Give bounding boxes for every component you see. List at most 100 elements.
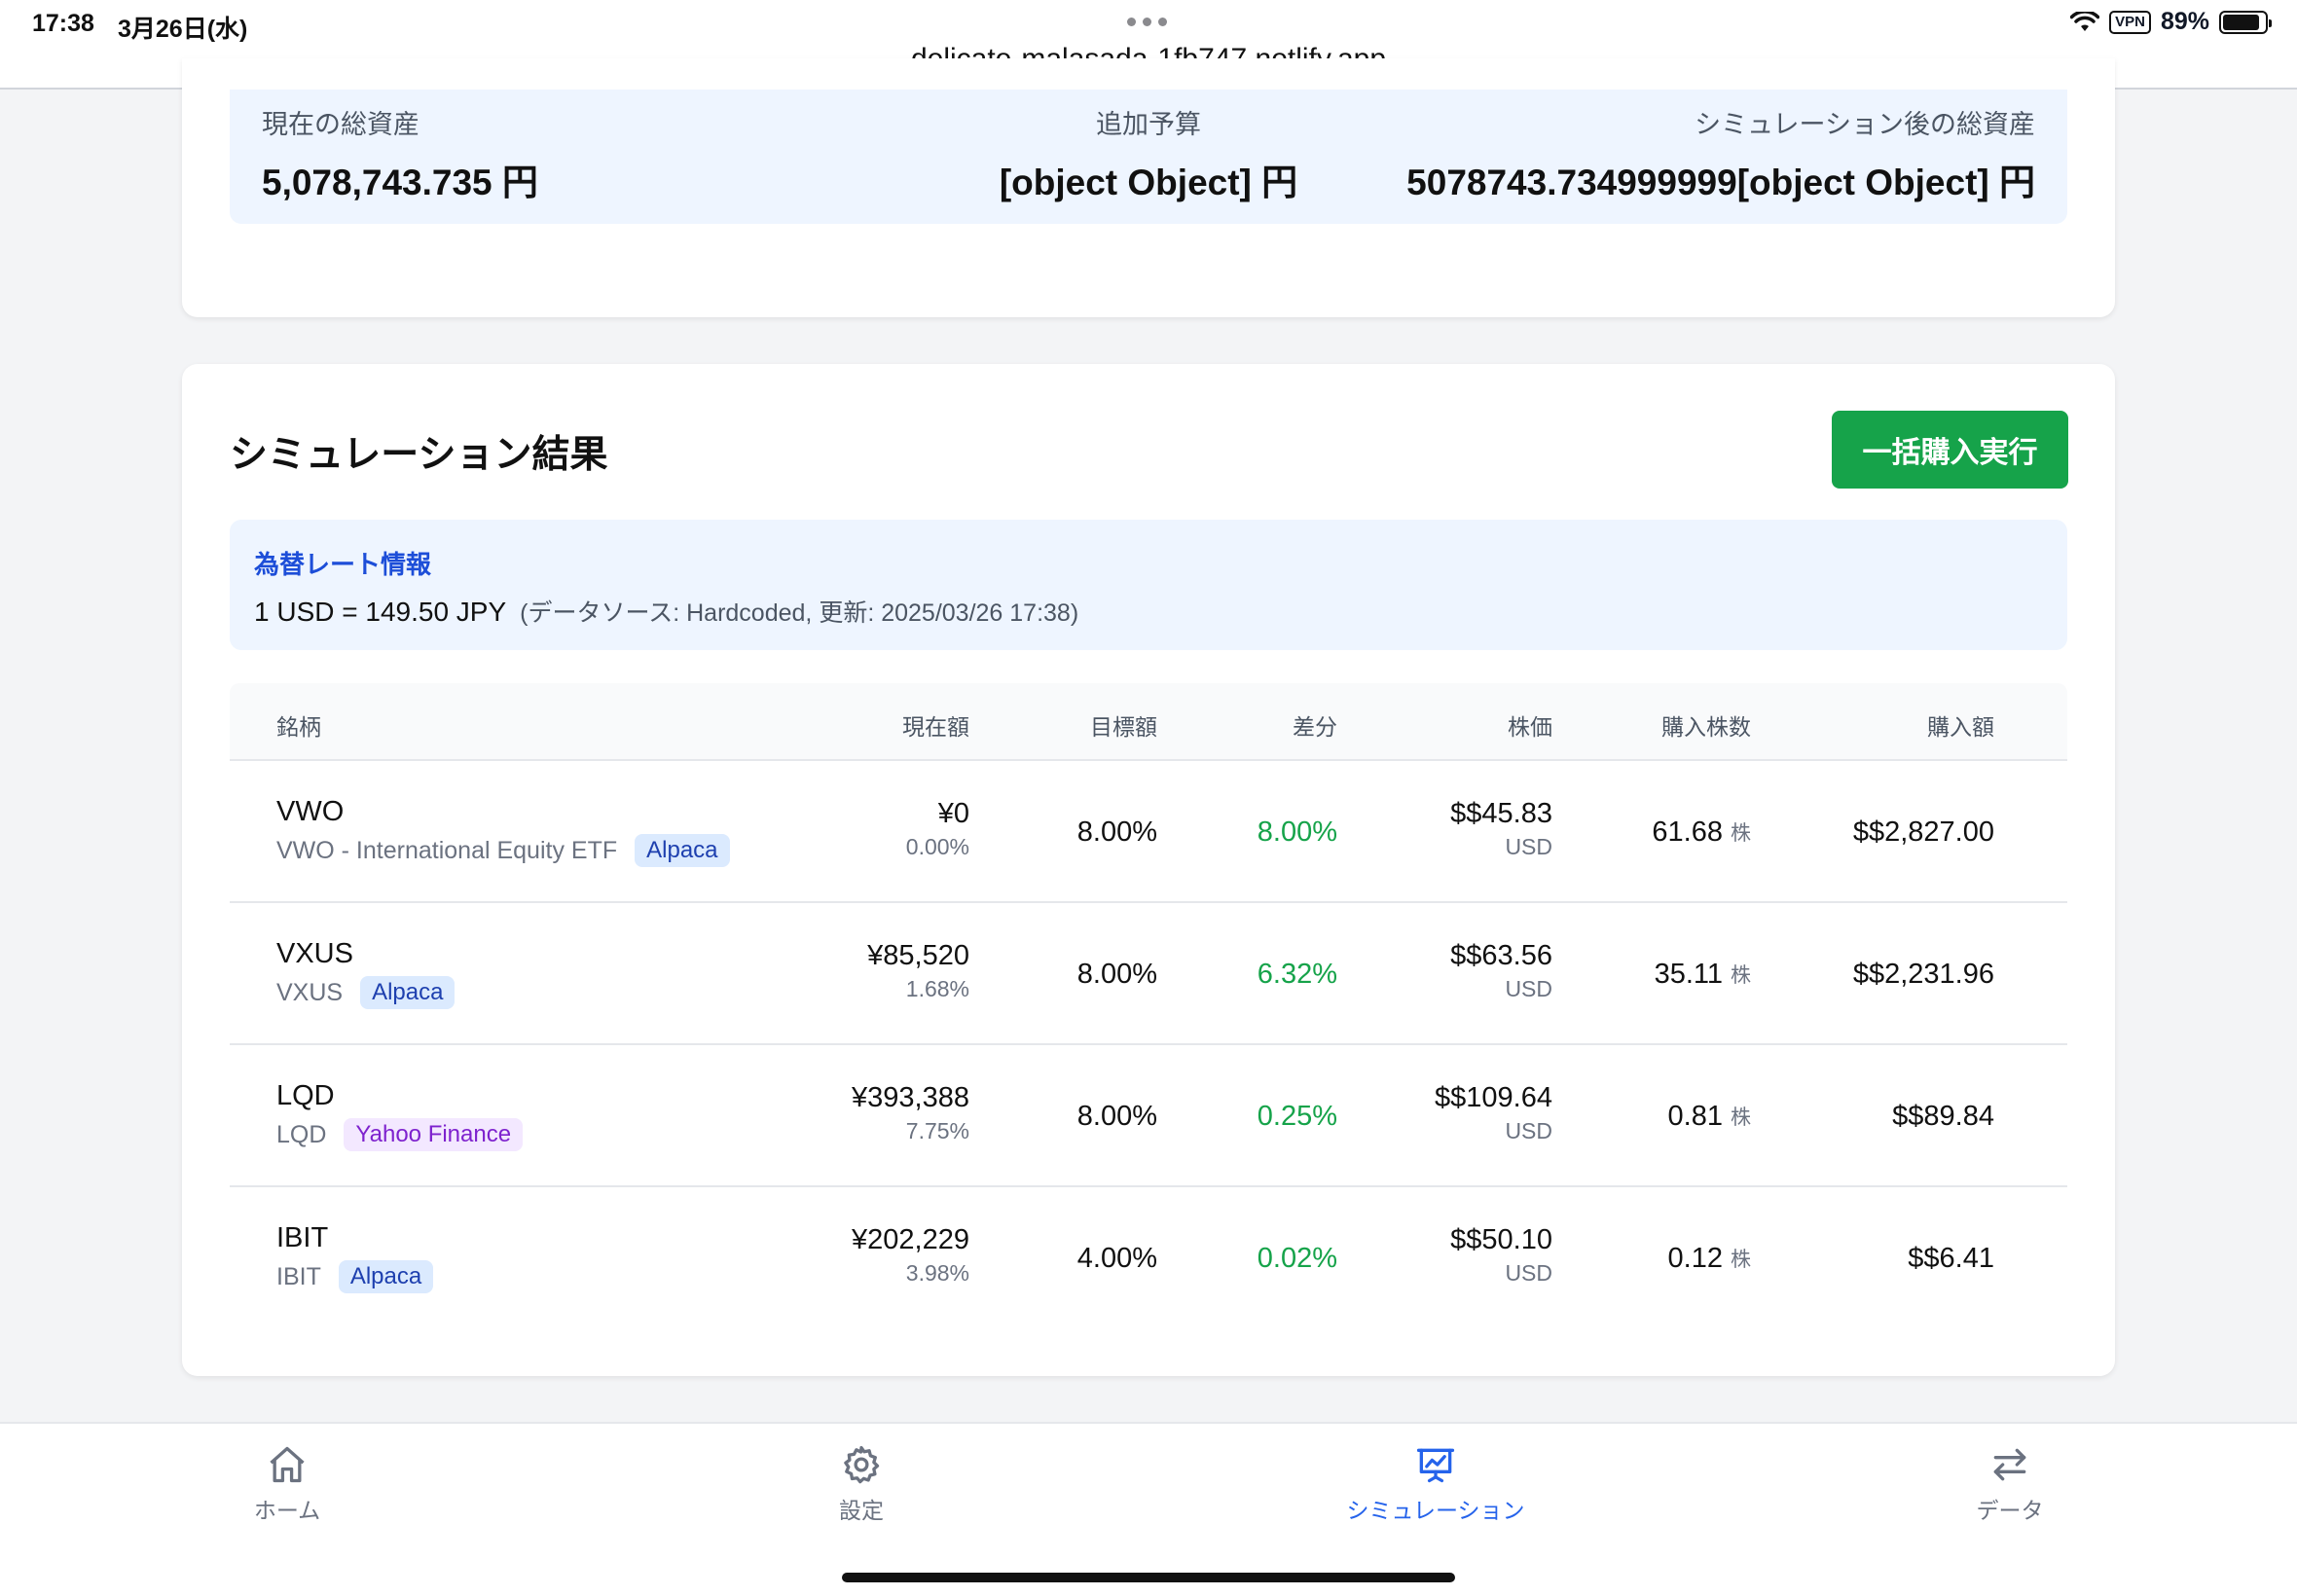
bottom-nav: ホーム 設定 シミュレーション データ — [0, 1422, 2297, 1596]
price-cell: $$50.10 USD — [1450, 1224, 1552, 1287]
home-indicator — [842, 1573, 1455, 1582]
wifi-icon — [2070, 11, 2100, 31]
price-currency: USD — [1505, 1260, 1552, 1286]
header-price: 株価 — [1508, 714, 1552, 740]
battery-icon — [2219, 10, 2272, 34]
shares-count: 0.81 — [1667, 1100, 1723, 1132]
source-badge: Yahoo Finance — [344, 1118, 524, 1151]
target-percent: 8.00% — [1076, 958, 1157, 990]
after-assets-label: シミュレーション後の総資産 — [1695, 110, 2035, 139]
current-percent: 0.00% — [905, 834, 969, 859]
target-percent: 4.00% — [1076, 1242, 1157, 1274]
current-amount: ¥85,520 — [867, 940, 969, 971]
more-dots-icon[interactable] — [1127, 18, 1167, 26]
diff-percent: 0.02% — [1257, 1242, 1337, 1274]
ticker-cell: LQD LQD Yahoo Finance — [276, 1080, 524, 1151]
ticker-cell: IBIT IBIT Alpaca — [276, 1222, 434, 1293]
simulation-results-card: シミュレーション結果 一括購入実行 為替レート情報 1 USD = 149.50… — [182, 364, 2115, 1376]
shares-unit: 株 — [1731, 964, 1751, 987]
purchase-amount: $$2,231.96 — [1852, 958, 1994, 990]
purchase-amount: $$6.41 — [1908, 1242, 1994, 1274]
header-current: 現在額 — [902, 714, 969, 740]
shares-unit: 株 — [1731, 1106, 1751, 1129]
shares-count: 61.68 — [1652, 816, 1723, 848]
current-amount: ¥202,229 — [852, 1224, 969, 1255]
price-currency: USD — [1505, 976, 1552, 1001]
price-cell: $$63.56 USD — [1450, 940, 1552, 1002]
price-cell: $$109.64 USD — [1435, 1082, 1552, 1144]
nav-data[interactable]: データ — [1913, 1443, 2107, 1525]
share-price: $$109.64 — [1435, 1082, 1552, 1113]
target-percent: 8.00% — [1076, 816, 1157, 848]
header-diff: 差分 — [1293, 714, 1337, 740]
results-table: 銘柄 現在額 目標額 差分 株価 購入株数 購入額 VWO VWO - Inte… — [230, 683, 2067, 1329]
price-cell: $$45.83 USD — [1450, 798, 1552, 860]
current-percent: 7.75% — [905, 1118, 969, 1143]
header-target: 目標額 — [1090, 714, 1157, 740]
exchange-rate-meta: (データソース: Hardcoded, 更新: 2025/03/26 17:38… — [520, 599, 1079, 627]
ticker-name: IBIT — [276, 1262, 321, 1290]
status-time: 17:38 — [32, 10, 94, 37]
shares-cell: 35.11 株 — [1655, 903, 1751, 1045]
section-title: シミュレーション結果 — [230, 434, 608, 476]
nav-simulation-label: シミュレーション — [1346, 1498, 1525, 1523]
ticker-name: VWO - International Equity ETF — [276, 836, 618, 864]
price-currency: USD — [1505, 1118, 1552, 1143]
current-percent: 1.68% — [905, 976, 969, 1001]
gear-icon — [844, 1445, 880, 1484]
swap-arrows-icon — [1993, 1448, 2026, 1481]
header-shares: 購入株数 — [1661, 714, 1751, 740]
after-simulation-assets: シミュレーション後の総資産 5078743.734999999[object O… — [1406, 103, 2035, 205]
ticker-symbol: VXUS — [276, 938, 353, 969]
current-cell: ¥0 0.00% — [906, 798, 969, 860]
shares-unit: 株 — [1731, 1249, 1751, 1271]
exchange-rate-title: 為替レート情報 — [254, 550, 432, 579]
diff-percent: 6.32% — [1257, 958, 1337, 990]
diff-percent: 0.25% — [1257, 1100, 1337, 1132]
nav-simulation[interactable]: シミュレーション — [1338, 1443, 1533, 1525]
ticker-symbol: VWO — [276, 796, 345, 827]
header-amount: 購入額 — [1927, 714, 1994, 740]
current-cell: ¥202,229 3.98% — [852, 1224, 969, 1287]
table-header: 銘柄 現在額 目標額 差分 株価 購入株数 購入額 — [230, 683, 2067, 761]
purchase-amount: $$89.84 — [1892, 1100, 1994, 1132]
status-right: VPN 89% — [2070, 8, 2272, 36]
chart-board-icon — [1416, 1448, 1455, 1483]
target-percent: 8.00% — [1076, 1100, 1157, 1132]
share-price: $$50.10 — [1450, 1224, 1552, 1255]
after-assets-value: 5078743.734999999[object Object] 円 — [1406, 163, 2035, 202]
buy-all-button[interactable]: 一括購入実行 — [1832, 411, 2068, 489]
nav-settings[interactable]: 設定 — [764, 1443, 959, 1525]
vpn-badge: VPN — [2109, 10, 2151, 34]
ticker-symbol: IBIT — [276, 1222, 329, 1253]
exchange-rate-line: 1 USD = 149.50 JPY (データソース: Hardcoded, 更新… — [254, 594, 1078, 629]
table-row: VWO VWO - International Equity ETF Alpac… — [230, 761, 2067, 903]
shares-count: 35.11 — [1654, 958, 1723, 990]
exchange-rate-panel: 為替レート情報 1 USD = 149.50 JPY (データソース: Hardc… — [230, 520, 2067, 650]
current-amount: ¥0 — [937, 798, 969, 829]
current-percent: 3.98% — [905, 1260, 969, 1286]
shares-unit: 株 — [1731, 822, 1751, 845]
source-badge: Alpaca — [338, 1260, 434, 1293]
purchase-amount: $$2,827.00 — [1852, 816, 1994, 848]
shares-cell: 0.12 株 — [1668, 1187, 1751, 1329]
nav-home[interactable]: ホーム — [190, 1443, 384, 1525]
shares-count: 0.12 — [1667, 1242, 1723, 1274]
battery-percent: 89% — [2160, 8, 2209, 35]
exchange-rate-value: 1 USD = 149.50 JPY — [254, 597, 507, 627]
current-cell: ¥393,388 7.75% — [852, 1082, 969, 1144]
source-badge: Alpaca — [635, 834, 730, 867]
share-price: $$63.56 — [1450, 940, 1552, 971]
nav-settings-label: 設定 — [839, 1498, 884, 1523]
table-row: VXUS VXUS Alpaca ¥85,520 1.68% 8.00% 6.3… — [230, 903, 2067, 1045]
ticker-name: LQD — [276, 1120, 327, 1148]
shares-cell: 0.81 株 — [1668, 1045, 1751, 1187]
current-cell: ¥85,520 1.68% — [867, 940, 969, 1002]
price-currency: USD — [1505, 834, 1552, 859]
nav-home-label: ホーム — [253, 1498, 321, 1523]
share-price: $$45.83 — [1450, 798, 1552, 829]
nav-data-label: データ — [1976, 1498, 2044, 1523]
ticker-symbol: LQD — [276, 1080, 335, 1111]
ticker-cell: VWO VWO - International Equity ETF Alpac… — [276, 796, 730, 867]
table-row: IBIT IBIT Alpaca ¥202,229 3.98% 4.00% 0.… — [230, 1187, 2067, 1329]
